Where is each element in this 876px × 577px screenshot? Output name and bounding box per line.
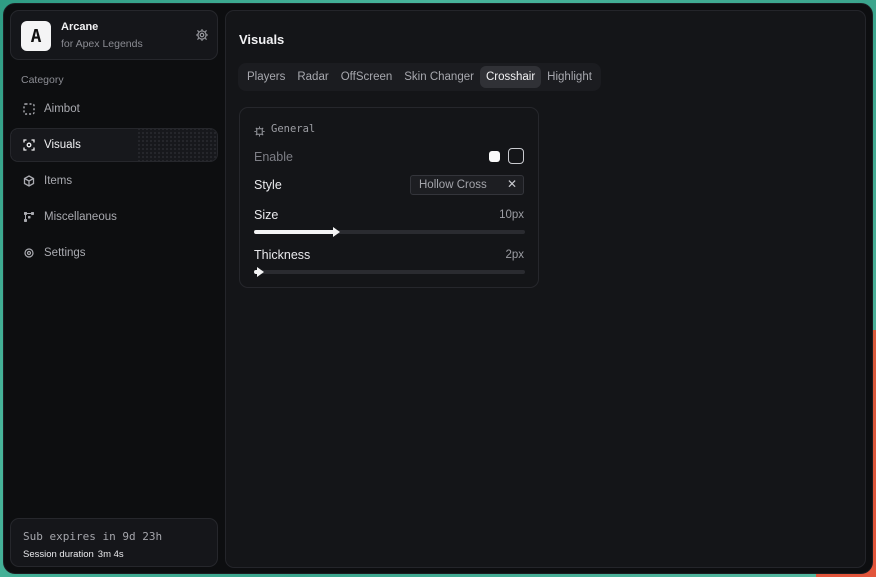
nodes-icon [23,211,35,223]
sidebar-item-label: Visuals [44,139,81,151]
tab-radar[interactable]: Radar [291,66,334,88]
subscription-expiry: Sub expires in 9d 23h [23,530,163,543]
dashed-square-icon [23,103,35,115]
general-settings-card: General Enable Style Hollow Cross ✕ Size… [239,107,539,288]
sidebar-item-label: Settings [44,247,86,259]
sidebar-item-visuals[interactable]: Visuals [10,128,218,162]
tab-skin-changer[interactable]: Skin Changer [398,66,480,88]
sidebar: A Arcane for Apex Legends Category Aimbo… [4,4,224,573]
card-title: General [271,123,316,135]
style-label: Style [254,178,282,192]
sidebar-item-label: Aimbot [44,103,80,115]
style-select-value: Hollow Cross [419,179,487,191]
sidebar-item-aimbot[interactable]: Aimbot [10,92,218,126]
tab-bar: Players Radar OffScreen Skin Changer Cro… [238,63,601,91]
enable-checkbox[interactable] [508,148,524,164]
card-header: General [254,123,316,137]
sun-settings-icon [254,124,265,137]
sidebar-item-label: Miscellaneous [44,211,117,223]
scan-eye-icon [23,139,35,151]
size-slider-fill [254,230,336,234]
session-duration-label: Session duration [23,549,94,560]
brand-subtitle: for Apex Legends [61,38,143,50]
sidebar-item-label: Items [44,175,73,187]
thickness-label: Thickness [254,248,311,262]
size-slider[interactable] [254,227,525,237]
app-window: A Arcane for Apex Legends Category Aimbo… [3,3,873,574]
size-value: 10px [499,209,524,221]
sidebar-item-miscellaneous[interactable]: Miscellaneous [10,200,218,234]
session-duration: Session duration 3m 4s [23,549,124,560]
size-label: Size [254,208,279,222]
sidebar-item-items[interactable]: Items [10,164,218,198]
close-icon[interactable]: ✕ [507,177,517,191]
tab-offscreen[interactable]: OffScreen [335,66,399,88]
brand-card: A Arcane for Apex Legends [10,10,218,60]
brand-logo: A [21,21,51,51]
style-select[interactable]: Hollow Cross ✕ [410,175,524,195]
tab-crosshair[interactable]: Crosshair [479,66,542,88]
size-slider-thumb[interactable] [333,227,340,237]
category-label: Category [21,74,64,86]
sidebar-item-settings[interactable]: Settings [10,236,218,270]
color-swatch[interactable] [489,151,500,162]
gear-icon[interactable] [195,28,209,42]
tab-players[interactable]: Players [241,66,291,88]
sidebar-nav: Aimbot Visuals Items Miscellaneous Setti… [10,92,218,272]
brand-name: Arcane [61,21,99,33]
tab-highlight[interactable]: Highlight [541,66,598,88]
enable-label: Enable [254,150,293,164]
subscription-card: Sub expires in 9d 23h Session duration 3m… [10,518,218,567]
thickness-value: 2px [505,249,524,261]
main-panel: Visuals Players Radar OffScreen Skin Cha… [225,10,866,568]
gear-icon [23,247,35,259]
thickness-slider-thumb[interactable] [257,267,264,277]
cube-icon [23,175,35,187]
thickness-slider[interactable] [254,267,525,277]
page-title: Visuals [239,32,285,47]
session-duration-value: 3m 4s [97,549,124,560]
